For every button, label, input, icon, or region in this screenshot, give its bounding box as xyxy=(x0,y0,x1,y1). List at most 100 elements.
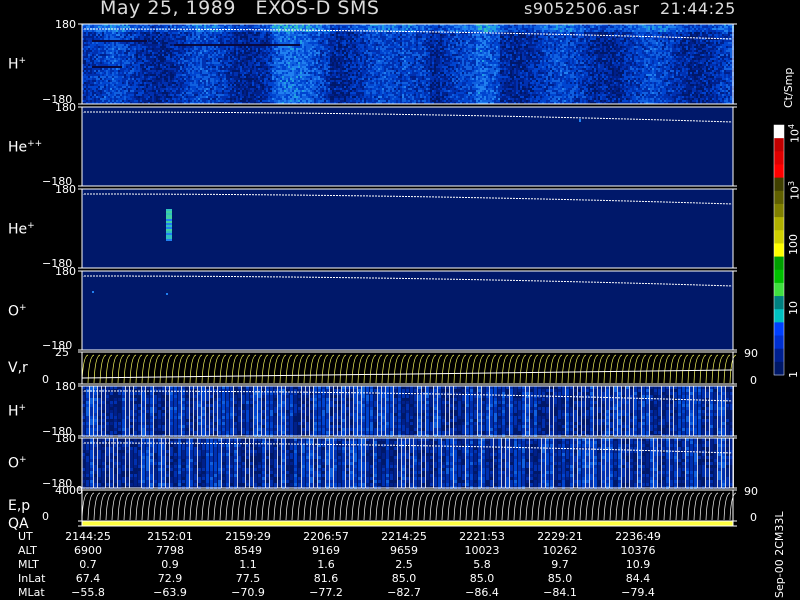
colorbar xyxy=(773,124,785,376)
orbit-value: −55.8 xyxy=(71,586,105,599)
colorbar-swatch xyxy=(774,151,784,165)
colorbar-swatch xyxy=(774,138,784,152)
panel-label-sup: + xyxy=(18,56,27,66)
colorbar-tick: 104 xyxy=(787,124,800,143)
panel-background xyxy=(82,271,733,350)
orbit-value: 0.9 xyxy=(161,558,179,571)
orbit-value: 2.5 xyxy=(395,558,413,571)
orbit-value: 10376 xyxy=(620,544,656,557)
orbit-row-label: InLat xyxy=(18,572,46,585)
colorbar-swatch xyxy=(774,348,784,363)
orbit-value: 1.1 xyxy=(239,558,257,571)
orbit-value: 85.0 xyxy=(547,572,573,585)
orbit-row-label: MLat xyxy=(18,586,45,599)
orbit-value: 7798 xyxy=(156,544,184,557)
colorbar-tick-exponent: 4 xyxy=(787,123,796,129)
orbit-value: −84.1 xyxy=(543,586,577,599)
colorbar-swatch xyxy=(774,203,784,218)
colorbar-tick: 10 xyxy=(787,301,800,315)
orbit-value: 67.4 xyxy=(75,572,101,585)
panel-3 xyxy=(78,188,737,269)
panel-label: O+ xyxy=(8,302,27,320)
panel-label: H+ xyxy=(8,56,27,73)
panel-label: O+ xyxy=(8,455,27,472)
colorbar-swatch xyxy=(774,217,784,231)
colorbar-tick-value: 10 xyxy=(787,301,800,315)
colorbar-tick-value: 10 xyxy=(788,186,800,200)
panel-label-sup: ++ xyxy=(27,138,43,149)
colorbar-swatch xyxy=(774,125,784,139)
colorbar-tick: 1 xyxy=(787,371,800,378)
orbit-value: 9169 xyxy=(312,544,340,557)
qa-bar xyxy=(82,521,733,526)
orbit-value: 85.0 xyxy=(469,572,495,585)
orbit-value: 2236:49 xyxy=(615,530,661,543)
orbit-value: 9.7 xyxy=(551,558,569,571)
orbit-value: 10023 xyxy=(464,544,500,557)
y-tick-max: 180 xyxy=(55,265,76,278)
y-tick-max: 180 xyxy=(55,18,76,31)
panel-label: H+ xyxy=(8,403,27,420)
panel-label-sup: + xyxy=(19,455,27,465)
colorbar-tick: 100 xyxy=(787,234,800,255)
colorbar-swatch xyxy=(774,164,784,179)
chart-title: May 25, 1989 EXOS-D SMS xyxy=(100,0,380,19)
y-tick-max: 180 xyxy=(55,380,76,393)
panel-label-sup: + xyxy=(18,403,27,413)
colorbar-tick-value: 100 xyxy=(787,234,800,255)
panel-4 xyxy=(78,270,737,351)
colorbar-swatch xyxy=(774,282,784,297)
right-tick-max: 90 xyxy=(744,485,758,498)
y-tick-min: 0 xyxy=(42,510,49,523)
panel-7 xyxy=(78,437,737,489)
orbit-value: −86.4 xyxy=(465,586,499,599)
orbit-value: 81.6 xyxy=(313,572,339,585)
orbit-value: 2152:01 xyxy=(147,530,193,543)
footer-version: Sep-00 2CM33L xyxy=(773,511,786,599)
orbit-value: 2144:25 xyxy=(65,530,111,543)
colorbar-tick-exponent: 3 xyxy=(787,180,796,186)
panel-label: V,r xyxy=(8,360,28,376)
orbit-value: 10.9 xyxy=(625,558,651,571)
y-tick-max: 180 xyxy=(55,183,76,196)
panel-label: He++ xyxy=(8,138,43,156)
panel-background xyxy=(82,189,733,268)
header-time: 21:44:25 xyxy=(660,0,736,18)
y-tick-max: 4000 xyxy=(55,484,83,497)
orbit-value: 72.9 xyxy=(157,572,183,585)
panel-9 xyxy=(78,520,737,527)
colorbar-tick: 103 xyxy=(787,181,800,200)
orbit-row-label: UT xyxy=(18,530,33,543)
orbit-value: 6900 xyxy=(74,544,102,557)
orbit-row-label: MLT xyxy=(18,558,39,571)
colorbar-swatch xyxy=(774,230,784,244)
orbit-value: 8549 xyxy=(234,544,262,557)
orbit-value: 1.6 xyxy=(317,558,335,571)
colorbar-swatch xyxy=(774,269,784,284)
panel-5 xyxy=(78,351,737,385)
colorbar-swatch xyxy=(774,361,784,376)
colorbar-swatch xyxy=(774,243,784,258)
right-tick-min: 0 xyxy=(750,511,757,524)
orbit-value: −79.4 xyxy=(621,586,655,599)
y-tick-max: 180 xyxy=(55,101,76,114)
ion-spectrogram-chart xyxy=(78,23,785,527)
orbit-value: 2214:25 xyxy=(381,530,427,543)
orbit-value: −77.2 xyxy=(309,586,343,599)
panel-8 xyxy=(78,489,737,522)
orbit-value: 84.4 xyxy=(625,572,651,585)
y-tick-min: 0 xyxy=(42,373,49,386)
colorbar-swatch xyxy=(774,309,784,323)
orbit-value: 10262 xyxy=(542,544,578,557)
y-tick-max: 25 xyxy=(55,346,69,359)
colorbar-tick-value: 10 xyxy=(788,129,800,143)
orbit-value: −70.9 xyxy=(231,586,265,599)
panel-label-sup: + xyxy=(19,302,27,313)
colorbar-swatch xyxy=(774,296,784,310)
colorbar-swatch xyxy=(774,190,784,205)
colorbar-swatch xyxy=(774,177,784,192)
orbit-value: −82.7 xyxy=(387,586,421,599)
orbit-value: 5.8 xyxy=(473,558,491,571)
panel-label: E,p xyxy=(8,497,31,514)
colorbar-swatch xyxy=(774,322,784,337)
